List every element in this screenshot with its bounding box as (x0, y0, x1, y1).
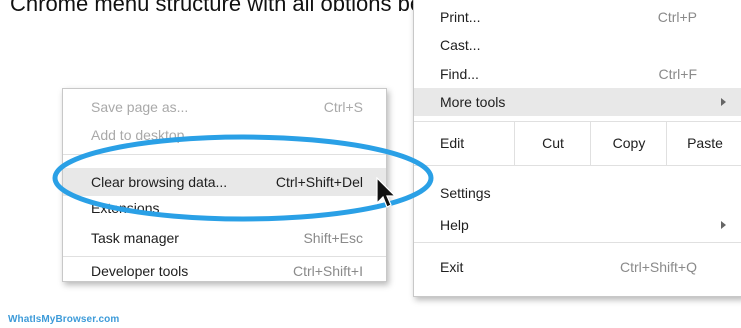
menu-item-settings[interactable]: Settings (414, 179, 741, 207)
submenu-item-shortcut: Shift+Esc (303, 230, 363, 246)
menu-item-label: More tools (440, 94, 506, 110)
paste-button[interactable]: Paste (666, 121, 741, 165)
menu-item-shortcut: Ctrl+F (658, 66, 698, 82)
submenu-item-task-manager[interactable]: Task manager Shift+Esc (63, 224, 386, 252)
cut-button[interactable]: Cut (514, 121, 591, 165)
watermark-text: WhatIsMyBrowser.com (8, 314, 120, 325)
menu-item-shortcut: Ctrl+P (657, 9, 697, 25)
menu-separator (414, 165, 741, 166)
submenu-item-shortcut: Ctrl+S (323, 99, 363, 115)
menu-item-label: Help (440, 217, 469, 233)
mouse-cursor-icon (376, 177, 396, 208)
submenu-arrow-icon (721, 221, 726, 229)
submenu-item-shortcut: Ctrl+Shift+I (292, 263, 363, 279)
submenu-item-label: Task manager (91, 230, 179, 246)
menu-item-more-tools[interactable]: More tools (414, 88, 741, 116)
edit-label: Edit (440, 135, 465, 151)
menu-item-label: Find... (440, 66, 479, 82)
menu-item-shortcut: Ctrl+Shift+Q (619, 259, 697, 275)
submenu-arrow-icon (721, 98, 726, 106)
copy-button[interactable]: Copy (590, 121, 667, 165)
menu-item-find[interactable]: Find... Ctrl+F (414, 60, 741, 88)
menu-item-label: Cast... (440, 37, 481, 53)
submenu-item-save-page[interactable]: Save page as... Ctrl+S (63, 93, 386, 121)
chrome-main-menu: Print... Ctrl+P Cast... Find... Ctrl+F M… (413, 0, 741, 297)
submenu-item-developer-tools[interactable]: Developer tools Ctrl+Shift+I (63, 257, 386, 285)
edit-row: Edit Cut Copy Paste (414, 121, 741, 165)
menu-item-label: Exit (440, 259, 464, 275)
menu-item-label: Print... (440, 9, 481, 25)
menu-item-print[interactable]: Print... Ctrl+P (414, 3, 741, 31)
menu-separator (414, 242, 741, 243)
submenu-item-label: Developer tools (91, 263, 189, 279)
submenu-item-label: Save page as... (91, 99, 189, 115)
menu-item-cast[interactable]: Cast... (414, 31, 741, 59)
menu-item-label: Settings (440, 185, 491, 201)
menu-item-help[interactable]: Help (414, 211, 741, 239)
menu-item-exit[interactable]: Exit Ctrl+Shift+Q (414, 253, 741, 281)
